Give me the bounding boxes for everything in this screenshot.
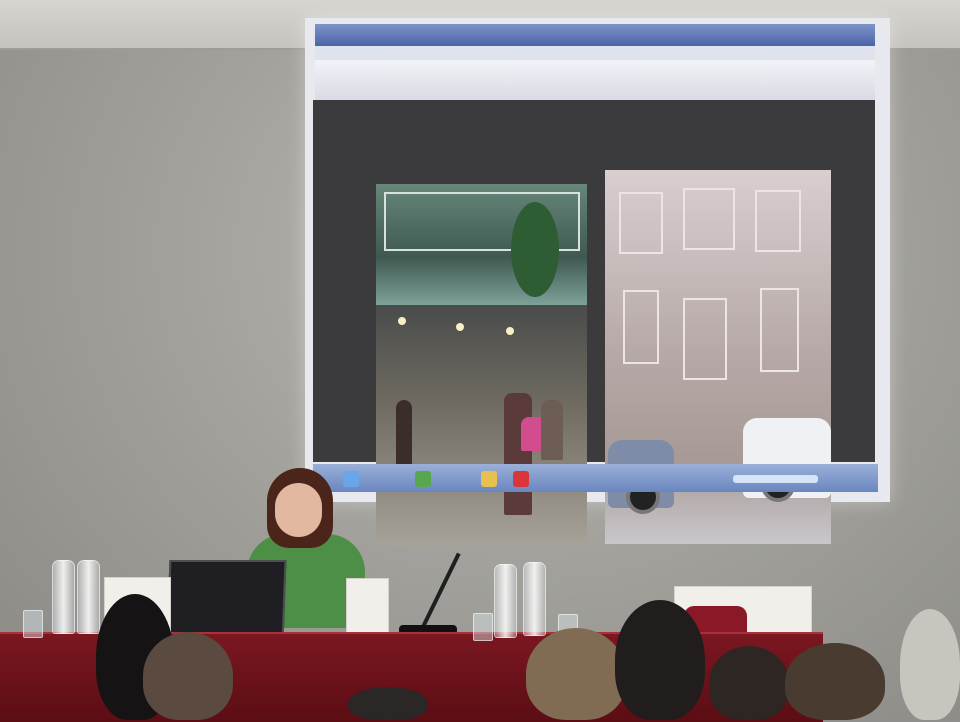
audience-member: [615, 600, 705, 720]
pedestrian: [504, 393, 532, 515]
water-bottle: [52, 560, 75, 634]
building-window: [755, 190, 801, 252]
building-window: [683, 188, 735, 250]
pedestrian: [396, 400, 412, 470]
audience-member: [348, 687, 428, 720]
taskbar-app-icon: [481, 471, 497, 487]
light: [506, 327, 514, 335]
audience-member: [900, 609, 960, 720]
light: [398, 317, 406, 325]
water-bottle: [77, 560, 100, 634]
system-tray: [733, 475, 818, 483]
building-window: [623, 290, 659, 364]
building-window: [619, 192, 663, 254]
conference-scene: [0, 0, 960, 722]
projected-slide-area: [313, 100, 875, 545]
arcade-photo: [376, 305, 587, 545]
light: [456, 323, 464, 331]
chair: [346, 578, 389, 636]
projection-screen: [305, 18, 890, 545]
shop-facade-photo: [376, 184, 587, 306]
taskbar-app-icon: [415, 471, 431, 487]
projected-window-toolbar: [315, 60, 875, 100]
projected-taskbar: [313, 464, 878, 492]
taskbar-app-icon: [513, 471, 529, 487]
tree: [511, 202, 559, 297]
projected-window-title-bar: [315, 24, 875, 46]
projected-window-menu-bar: [315, 46, 875, 61]
laptop: [166, 560, 287, 641]
audience-member: [143, 632, 233, 720]
glass: [473, 613, 493, 641]
building-window: [760, 288, 799, 372]
face: [275, 483, 322, 537]
pedestrian: [541, 400, 563, 460]
audience-member: [709, 646, 789, 720]
audience-member: [526, 628, 626, 720]
water-bottle: [494, 564, 517, 638]
audience-member: [785, 643, 885, 720]
building-window: [683, 298, 727, 380]
water-bottle: [523, 562, 546, 636]
glass: [23, 610, 43, 638]
